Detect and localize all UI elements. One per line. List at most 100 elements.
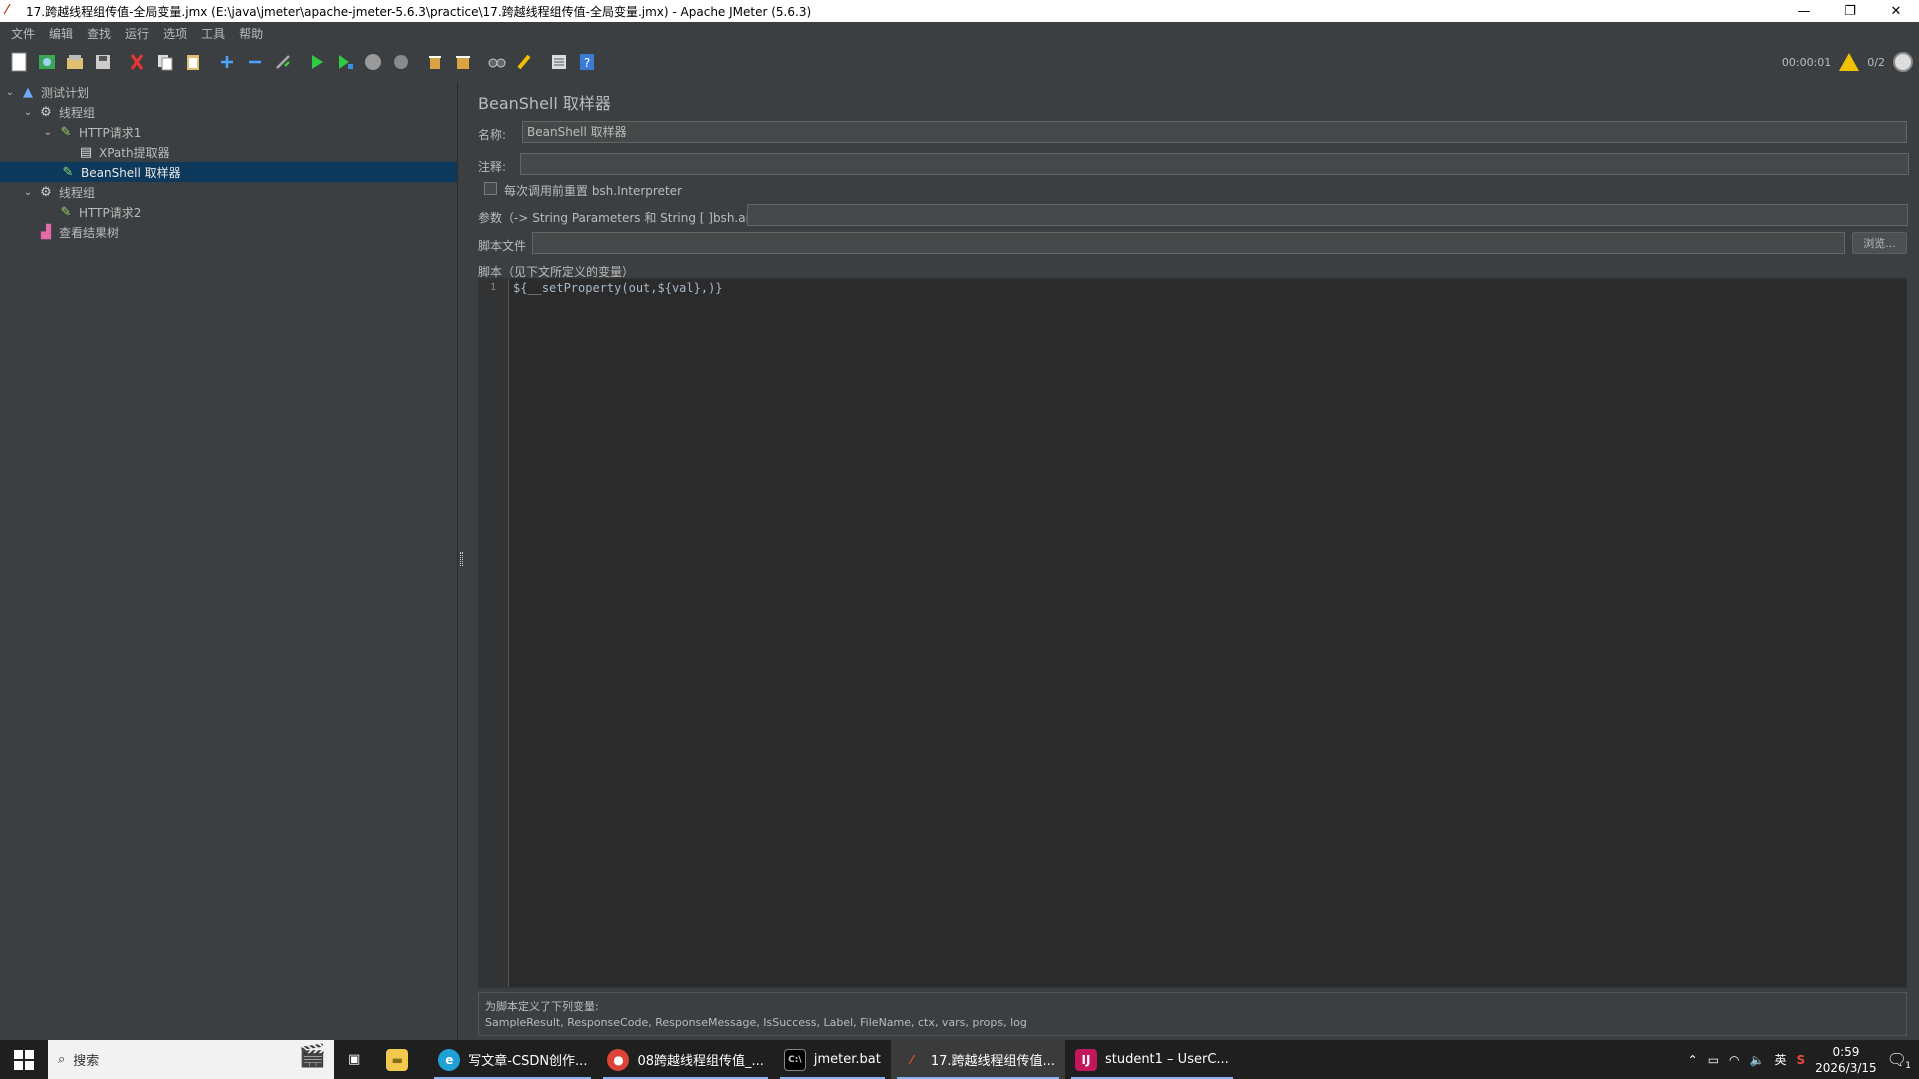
beanshell-sampler-panel: BeanShell 取样器 名称: BeanShell 取样器 注释: 每次调用… [466, 82, 1919, 1040]
chevron-down-icon[interactable]: ⌄ [22, 106, 34, 118]
start-icon[interactable] [304, 49, 330, 75]
intellij-icon: IJ [1074, 1048, 1097, 1071]
cut-icon[interactable] [124, 49, 150, 75]
open-icon[interactable] [62, 49, 88, 75]
battery-icon[interactable]: ▭ [1708, 1053, 1719, 1067]
page-title: BeanShell 取样器 [478, 94, 611, 113]
gear-icon: ⚙ [40, 104, 52, 120]
help-icon[interactable]: ? [574, 49, 600, 75]
line-number: 1 [489, 282, 496, 293]
tree-item-http-request-1[interactable]: ⌄ ✎ HTTP请求1 [42, 122, 142, 142]
document-icon: ▤ [79, 144, 93, 160]
sogou-icon[interactable]: S [1797, 1053, 1806, 1067]
save-icon[interactable] [90, 49, 116, 75]
taskbar-app-cmd[interactable]: C:\ jmeter.bat [774, 1040, 891, 1079]
windows-logo-icon [14, 1049, 34, 1070]
test-plan-tree: ⌄ ▲ 测试计划 ⌄ ⚙ 线程组 ⌄ ✎ HTTP请求1 ▤ XPath提取器 … [0, 82, 457, 1040]
collapse-icon[interactable] [242, 49, 268, 75]
taskbar-app-intellij[interactable]: IJ student1 – UserC... [1065, 1040, 1239, 1079]
task-view-icon: ▣ [348, 1052, 361, 1067]
minimize-button[interactable]: — [1781, 0, 1827, 22]
file-explorer-button[interactable]: ▬ [374, 1040, 428, 1079]
jmeter-feather-icon: ⁄ [910, 1052, 913, 1067]
search-icon: ⌕ [58, 1052, 66, 1067]
chart-icon: ▟ [41, 224, 51, 240]
system-clock[interactable]: 0:59 2026/3/15 [1815, 1044, 1877, 1076]
wifi-icon[interactable]: ◠ [1729, 1053, 1739, 1067]
start-button[interactable] [0, 1040, 48, 1079]
split-pane-divider[interactable] [457, 82, 465, 1040]
script-file-field[interactable] [532, 232, 1845, 254]
jmeter-feather-icon: ⁄ [6, 3, 9, 18]
elapsed-timer: 00:00:01 [1781, 55, 1832, 69]
tree-item-thread-group-2[interactable]: ⌄ ⚙ 线程组 [22, 182, 95, 202]
menu-bar: 文件 编辑 查找 运行 选项 工具 帮助 [0, 22, 1919, 44]
taskbar-app-chrome[interactable]: ● 08跨越线程组传值_... [597, 1040, 773, 1079]
menu-help[interactable]: 帮助 [232, 25, 270, 42]
active-threads: 0/2 [1867, 55, 1885, 69]
menu-search[interactable]: 查找 [80, 25, 118, 42]
menu-options[interactable]: 选项 [156, 25, 194, 42]
tree-item-xpath-extractor[interactable]: ▤ XPath提取器 [78, 142, 170, 162]
chevron-up-icon[interactable]: ⌃ [1688, 1053, 1698, 1067]
defined-variables-box: 为脚本定义了下列变量: SampleResult, ResponseCode, … [478, 992, 1907, 1036]
toolbar: ? 00:00:01 0/2 [0, 44, 1919, 80]
name-field[interactable]: BeanShell 取样器 [522, 121, 1907, 143]
comment-field[interactable] [520, 153, 1909, 175]
globe-icon[interactable] [1893, 52, 1913, 72]
chevron-down-icon[interactable]: ⌄ [4, 86, 16, 98]
script-file-label: 脚本文件 [478, 239, 527, 253]
gear-icon: ⚙ [40, 184, 52, 200]
menu-file[interactable]: 文件 [4, 25, 42, 42]
clock-date: 2026/3/15 [1815, 1060, 1877, 1075]
reset-interpreter-checkbox[interactable] [484, 182, 497, 195]
chevron-down-icon[interactable]: ⌄ [22, 186, 34, 198]
script-editor[interactable]: 1 ${__setProperty(out,${val},)} [478, 278, 1907, 988]
defined-variables-title: 为脚本定义了下列变量: [485, 1000, 599, 1013]
copy-icon[interactable] [152, 49, 178, 75]
tree-item-thread-group-1[interactable]: ⌄ ⚙ 线程组 [22, 102, 95, 122]
folder-icon: ▬ [386, 1048, 409, 1071]
system-tray: ⌃ ▭ ◠ 🔈 英 S 0:59 2026/3/15 🗨 1 [1688, 1040, 1919, 1079]
task-view-button[interactable]: ▣ [334, 1040, 374, 1079]
shutdown-icon[interactable] [388, 49, 414, 75]
new-icon[interactable] [6, 49, 32, 75]
reset-search-icon[interactable] [512, 49, 538, 75]
search-icon[interactable] [484, 49, 510, 75]
clear-all-icon[interactable] [450, 49, 476, 75]
tree-item-http-request-2[interactable]: ✎ HTTP请求2 [58, 202, 142, 222]
parameters-field[interactable] [747, 204, 1908, 226]
chevron-down-icon[interactable]: ⌄ [42, 126, 54, 138]
tree-item-beanshell-sampler[interactable]: ✎ BeanShell 取样器 [0, 162, 457, 182]
tree-item-view-results-tree[interactable]: ▟ 查看结果树 [38, 222, 119, 242]
ime-indicator[interactable]: 英 [1774, 1051, 1786, 1068]
warning-icon[interactable] [1839, 53, 1860, 71]
menu-run[interactable]: 运行 [118, 25, 156, 42]
close-button[interactable]: ✕ [1873, 0, 1919, 22]
window-title-bar: ⁄ 17.跨越线程组传值-全局变量.jmx (E:\java\jmeter\ap… [0, 0, 1919, 22]
pen-icon: ✎ [60, 124, 72, 140]
templates-icon[interactable] [34, 49, 60, 75]
toggle-icon[interactable] [270, 49, 296, 75]
start-no-pause-icon[interactable] [332, 49, 358, 75]
browse-button[interactable]: 浏览... [1852, 232, 1907, 254]
volume-icon[interactable]: 🔈 [1750, 1053, 1765, 1067]
clear-icon[interactable] [422, 49, 448, 75]
taskbar-search-box[interactable]: ⌕ 搜索 🎬 [48, 1040, 334, 1079]
notification-icon[interactable]: 🗨 1 [1887, 1050, 1911, 1071]
stop-icon[interactable] [360, 49, 386, 75]
tree-item-test-plan[interactable]: ⌄ ▲ 测试计划 [4, 82, 89, 102]
parameters-label: 参数（-> String Parameters 和 String [ ]bsh.… [478, 211, 777, 225]
chrome-icon: ● [607, 1048, 630, 1071]
paste-icon[interactable] [180, 49, 206, 75]
menu-tools[interactable]: 工具 [194, 25, 232, 42]
script-code[interactable]: ${__setProperty(out,${val},)} [513, 281, 723, 295]
expand-icon[interactable] [214, 49, 240, 75]
splitter-grip[interactable] [460, 552, 463, 566]
taskbar-app-jmeter[interactable]: ⁄ 17.跨越线程组传值... [890, 1040, 1065, 1079]
menu-edit[interactable]: 编辑 [42, 25, 80, 42]
window-title: 17.跨越线程组传值-全局变量.jmx (E:\java\jmeter\apac… [26, 4, 812, 19]
restore-button[interactable]: ❐ [1827, 0, 1873, 22]
function-helper-icon[interactable] [546, 49, 572, 75]
taskbar-app-edge[interactable]: e 写文章-CSDN创作... [428, 1040, 597, 1079]
